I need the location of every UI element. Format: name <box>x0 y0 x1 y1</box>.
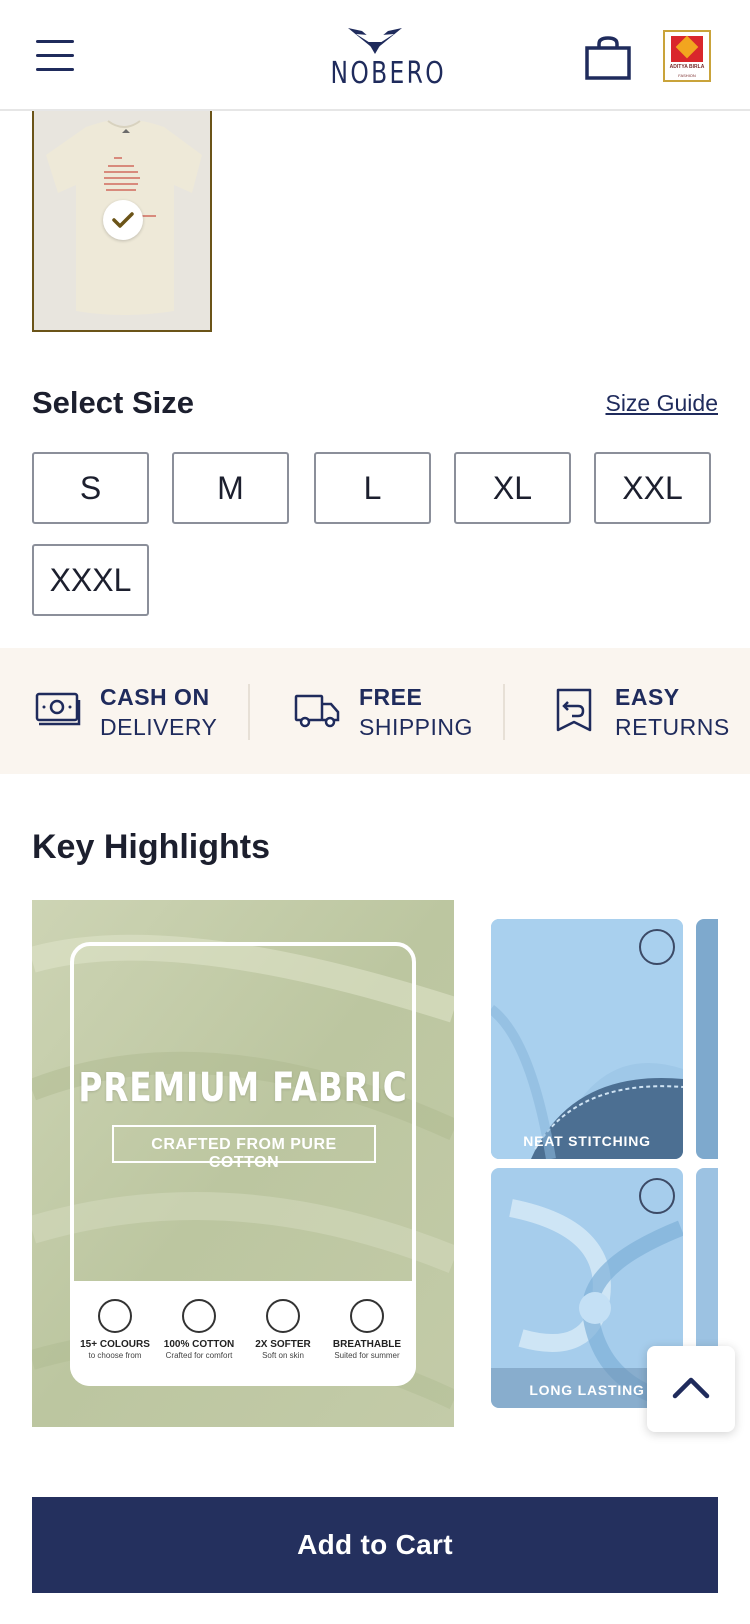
highlight-card-neat-stitching[interactable]: NEAT STITCHING <box>491 919 683 1159</box>
feather-icon <box>266 1299 300 1333</box>
perk-line1: EASY <box>615 684 680 710</box>
feature-title: 2X SOFTER <box>255 1339 311 1350</box>
nobero-logo[interactable]: NOBERO <box>318 22 447 92</box>
airflow-icon <box>350 1299 384 1333</box>
add-to-cart-button[interactable]: Add to Cart <box>32 1497 718 1593</box>
feature-title: BREATHABLE <box>332 1339 402 1350</box>
truck-icon <box>294 694 340 728</box>
clock-badge-icon <box>639 1178 675 1214</box>
premium-fabric-title: PREMIUM FABRIC <box>78 1065 408 1111</box>
select-size-title: Select Size <box>32 385 194 420</box>
perk-line1: FREE <box>359 684 423 710</box>
perks-strip: CASH ON DELIVERY FREE SHIPPING EASY RETU… <box>0 648 750 774</box>
size-option-l[interactable]: L <box>314 452 431 524</box>
feature-cotton: 100% COTTON Crafted for comfort <box>156 1299 242 1360</box>
size-option-xxl[interactable]: XXL <box>594 452 711 524</box>
size-guide-link[interactable]: Size Guide <box>605 390 718 417</box>
returns-icon <box>556 688 592 732</box>
brand-badge-name: ADITYA BIRLA <box>669 64 705 70</box>
perk-divider <box>503 684 505 740</box>
perk-cash-on-delivery: CASH ON DELIVERY <box>0 648 250 774</box>
size-option-m[interactable]: M <box>172 452 289 524</box>
perk-line2: SHIPPING <box>359 714 473 740</box>
scroll-to-top-button[interactable] <box>647 1346 735 1432</box>
premium-fabric-subtitle: CRAFTED FROM PURE COTTON <box>151 1136 337 1171</box>
brand-badge-sub: FASHION <box>678 73 696 78</box>
logo-wings-icon <box>348 28 402 54</box>
feature-panel: 15+ COLOURS to choose from 100% COTTON C… <box>70 1281 416 1386</box>
card-caption: NEAT STITCHING <box>523 1133 651 1149</box>
highlight-card-peek[interactable] <box>696 919 718 1159</box>
top-header: NOBERO ADITYA BIRLA FASHION <box>0 0 750 111</box>
feature-sub: Soft on skin <box>262 1351 304 1360</box>
feature-softer: 2X SOFTER Soft on skin <box>240 1299 326 1360</box>
color-swatch-selected[interactable] <box>32 111 212 332</box>
perk-line2: DELIVERY <box>100 714 218 740</box>
premium-fabric-subtitle-box: CRAFTED FROM PURE COTTON <box>112 1125 376 1171</box>
selected-check-icon <box>103 200 143 240</box>
cotton-flower-icon <box>182 1299 216 1333</box>
perk-divider <box>248 684 250 740</box>
feature-sub: Crafted for comfort <box>165 1351 233 1360</box>
feature-breathable: BREATHABLE Suited for summer <box>324 1299 410 1360</box>
cash-icon <box>35 692 81 726</box>
feature-sub: Suited for summer <box>334 1351 400 1360</box>
key-highlights-title: Key Highlights <box>32 828 271 866</box>
aditya-birla-badge[interactable]: ADITYA BIRLA FASHION <box>663 30 711 82</box>
dropper-icon <box>98 1299 132 1333</box>
highlight-card-premium-fabric[interactable]: PREMIUM FABRIC CRAFTED FROM PURE COTTON … <box>32 900 454 1427</box>
shopping-bag-icon[interactable] <box>584 36 632 80</box>
perk-line1: CASH ON <box>100 684 210 710</box>
stitch-badge-icon <box>639 929 675 965</box>
feature-colours: 15+ COLOURS to choose from <box>72 1299 158 1360</box>
size-option-s[interactable]: S <box>32 452 149 524</box>
aditya-birla-logo-icon <box>671 36 703 62</box>
size-option-xxxl[interactable]: XXXL <box>32 544 149 616</box>
feature-title: 15+ COLOURS <box>80 1339 150 1350</box>
feature-title: 100% COTTON <box>163 1339 235 1350</box>
hamburger-menu-icon[interactable] <box>36 38 76 74</box>
chevron-up-icon <box>672 1377 710 1399</box>
logo-text: NOBERO <box>330 56 447 91</box>
perk-line2: RETURNS <box>615 714 730 740</box>
feature-sub: to choose from <box>88 1351 142 1360</box>
perk-easy-returns: EASY RETURNS <box>500 648 750 774</box>
perk-free-shipping: FREE SHIPPING <box>250 648 500 774</box>
size-option-xl[interactable]: XL <box>454 452 571 524</box>
